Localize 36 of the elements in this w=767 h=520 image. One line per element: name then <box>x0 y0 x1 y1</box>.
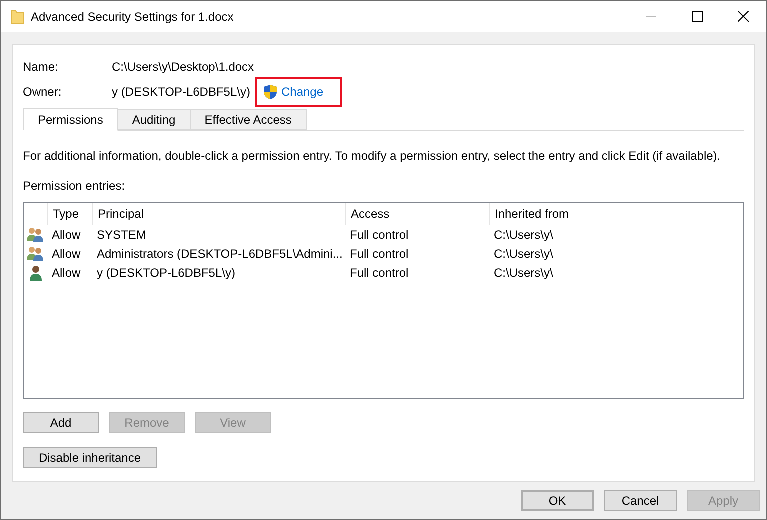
instructions-text: For additional information, double-click a permission entry. To modify a permission entry, select the entry and click Edit (if available). <box>23 148 722 165</box>
column-header[interactable]: Principal <box>92 203 345 225</box>
table-cell-text: Allow <box>51 226 82 244</box>
table-cell-text: Full control <box>349 264 410 282</box>
dialog-button[interactable]: OK <box>521 490 594 511</box>
dialog-button[interactable]: Cancel <box>604 490 677 511</box>
name-label: Name: <box>23 59 60 76</box>
table-cell-text: C:\Users\y\ <box>493 246 554 262</box>
maximize-icon <box>692 11 702 22</box>
owner-label: Owner: <box>23 84 63 101</box>
table-cell-text: y (DESKTOP-L6DBF5L\y) <box>96 264 236 282</box>
column-header[interactable]: Access <box>345 203 489 225</box>
entries-label: Permission entries: <box>23 178 126 195</box>
owner-value: y (DESKTOP-L6DBF5L\y) <box>112 84 250 101</box>
tab[interactable]: Auditing <box>117 109 191 130</box>
shield-icon <box>263 84 278 100</box>
table-cell-text: Administrators (DESKTOP-L6DBF5L\Admini... <box>96 246 344 262</box>
minimize-icon <box>646 16 656 17</box>
table-cell-text: C:\Users\y\ <box>493 264 554 282</box>
table-cell-text: SYSTEM <box>96 226 148 244</box>
window-title: Advanced Security Settings for 1.docx <box>31 8 234 26</box>
change-link[interactable]: Change <box>281 83 334 101</box>
close-icon <box>738 11 748 22</box>
tab[interactable]: Permissions <box>23 108 118 131</box>
column-header[interactable]: Type <box>47 203 92 225</box>
table-cell-text: Full control <box>349 246 410 262</box>
table-cell-text: Full control <box>349 226 410 244</box>
name-value: C:\Users\y\Desktop\1.docx <box>112 59 254 76</box>
entry-button[interactable]: Add <box>23 412 99 433</box>
table-cell-text: Allow <box>51 264 82 282</box>
tab[interactable]: Effective Access <box>190 109 307 130</box>
table-cell-text: Allow <box>51 246 82 262</box>
column-header[interactable]: Inherited from <box>489 203 689 225</box>
folder-icon <box>11 8 25 24</box>
disable-inheritance-button[interactable]: Disable inheritance <box>23 447 157 468</box>
table-cell-text: C:\Users\y\ <box>493 226 554 244</box>
